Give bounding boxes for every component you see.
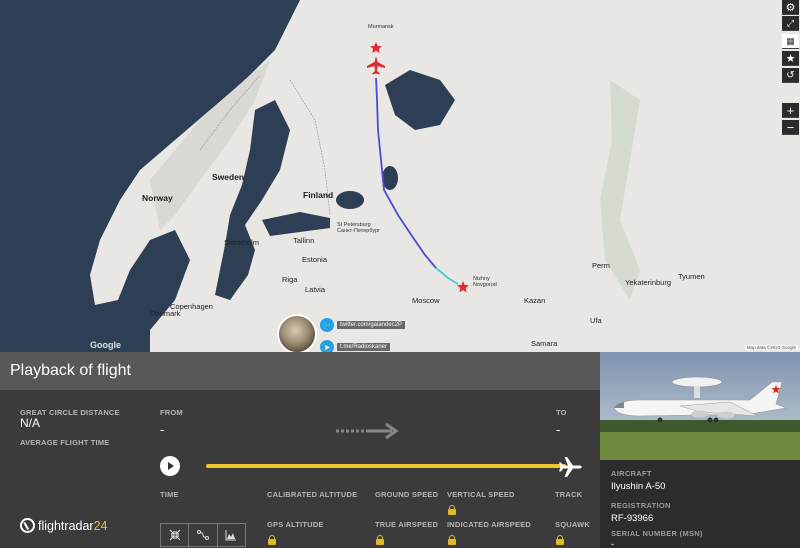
fullscreen-icon: ⤢ (786, 17, 795, 28)
history-button[interactable]: ↺ (782, 68, 799, 83)
squawk-label: SQUAWK (555, 520, 590, 529)
playback-progress (206, 464, 566, 468)
track-label: TRACK (555, 490, 583, 499)
serial-number-value: - (611, 539, 615, 548)
airplane-icon[interactable] (558, 454, 584, 480)
vertical-speed-label: VERTICAL SPEED (447, 490, 515, 499)
from-label: FROM (160, 408, 183, 417)
aircraft-photo-image (600, 352, 800, 460)
serial-number-label: SERIAL NUMBER (MSN) (611, 529, 703, 538)
history-icon: ↺ (786, 69, 795, 81)
to-label: TO (556, 408, 567, 417)
label-kazan: Kazan (524, 296, 546, 305)
arrow-right-icon (336, 422, 399, 440)
from-value: - (160, 422, 165, 437)
registration-label: REGISTRATION (611, 501, 671, 510)
graph-view-button[interactable] (218, 524, 245, 546)
great-circle-distance-value: N/A (20, 416, 41, 430)
zoom-out-button[interactable]: − (782, 120, 799, 135)
route-icon (196, 530, 209, 540)
zoom-in-button[interactable]: + (782, 103, 799, 118)
label-ufa: Ufa (590, 316, 602, 325)
label-murmansk: Murmansk (368, 24, 394, 30)
panel-header: Playback of flight (0, 352, 600, 390)
true-airspeed-label: TRUE AIRSPEED (375, 520, 439, 529)
aircraft-photo[interactable] (600, 352, 800, 460)
play-button[interactable] (160, 456, 180, 476)
map-attribution[interactable]: Map data ©2023 Google (744, 345, 798, 350)
lock-icon[interactable] (556, 535, 564, 545)
map-canvas[interactable] (0, 0, 800, 352)
flight-map[interactable]: Sweden Norway Finland Stockholm Tallinn … (0, 0, 800, 352)
panel-title: Playback of flight (10, 362, 131, 379)
flightradar24-logo[interactable]: flightradar24 (20, 518, 108, 533)
playback-panel: Playback of flight GREAT CIRCLE DISTANCE… (0, 352, 600, 548)
zoom-out-icon: − (786, 119, 795, 135)
indicated-airspeed-label: INDICATED AIRSPEED (447, 520, 532, 529)
filter-icon: ▦ (786, 35, 795, 46)
label-sweden: Sweden (212, 172, 245, 182)
aircraft-type: Ilyushin A-50 (611, 481, 666, 492)
twitter-handle: twitter.com/galandec2P (337, 321, 406, 329)
label-nizhny: Nizhny Novgorod (473, 276, 497, 288)
label-norway: Norway (142, 193, 173, 203)
ground-speed-label: GROUND SPEED (375, 490, 439, 499)
lock-icon[interactable] (448, 505, 456, 515)
registration-value: RF-93966 (611, 513, 654, 524)
collapse-icon (169, 529, 181, 541)
label-latvia: Latvia (305, 285, 326, 294)
settings-button[interactable]: ⚙ (782, 0, 799, 15)
collapse-view-button[interactable] (161, 524, 190, 546)
departure-airport-icon[interactable] (366, 40, 386, 76)
graph-icon (225, 530, 237, 541)
label-samara: Samara (531, 339, 558, 348)
lock-icon[interactable] (448, 535, 456, 545)
channel-avatar (277, 314, 317, 354)
view-tools (160, 523, 246, 547)
arrival-airport-icon[interactable] (456, 280, 470, 294)
label-moscow: Moscow (412, 296, 440, 305)
label-stockholm: Stockholm (224, 238, 260, 247)
twitter-link[interactable]: 🐦 twitter.com/galandec2P (320, 318, 406, 332)
label-denmark: Denmark (150, 309, 181, 318)
filter-button[interactable]: ▦ (782, 34, 799, 49)
label-yekaterinburg: Yekaterinburg (625, 278, 672, 287)
twitter-icon: 🐦 (320, 318, 334, 332)
telegram-handle: t.me/Radioskaner (337, 343, 391, 351)
lock-icon[interactable] (376, 535, 384, 545)
gear-icon: ⚙ (785, 1, 796, 14)
favorites-button[interactable]: ★ (782, 51, 799, 66)
lock-icon[interactable] (268, 535, 276, 545)
label-tyumen: Tyumen (678, 272, 705, 281)
label-riga: Riga (282, 275, 298, 284)
label-perm: Perm (592, 261, 610, 270)
aircraft-label: AIRCRAFT (611, 469, 652, 478)
playback-slider[interactable] (206, 464, 566, 468)
label-tallinn: Tallinn (293, 236, 315, 245)
fr24-logo-icon (20, 518, 35, 533)
fullscreen-button[interactable]: ⤢ (782, 16, 799, 31)
calibrated-altitude-label: CALIBRATED ALTITUDE (267, 490, 358, 499)
route-view-button[interactable] (189, 524, 218, 546)
to-value: - (556, 422, 561, 437)
average-flight-time-label: AVERAGE FLIGHT TIME (20, 438, 110, 447)
aircraft-info-panel: AIRCRAFT Ilyushin A-50 REGISTRATION RF-9… (600, 352, 800, 548)
logo-main: flightradar (38, 518, 94, 533)
time-label: TIME (160, 490, 179, 499)
star-icon: ★ (785, 52, 796, 65)
google-logo: Google (90, 340, 121, 350)
lake-ladoga (336, 191, 364, 209)
zoom-in-icon: + (786, 102, 795, 118)
logo-suffix: 24 (93, 518, 108, 533)
label-finland: Finland (303, 190, 334, 200)
label-estonia: Estonia (302, 255, 328, 264)
gps-altitude-label: GPS ALTITUDE (267, 520, 324, 529)
label-st-petersburg: St Petersburg Санкт-Петербург (337, 222, 381, 234)
